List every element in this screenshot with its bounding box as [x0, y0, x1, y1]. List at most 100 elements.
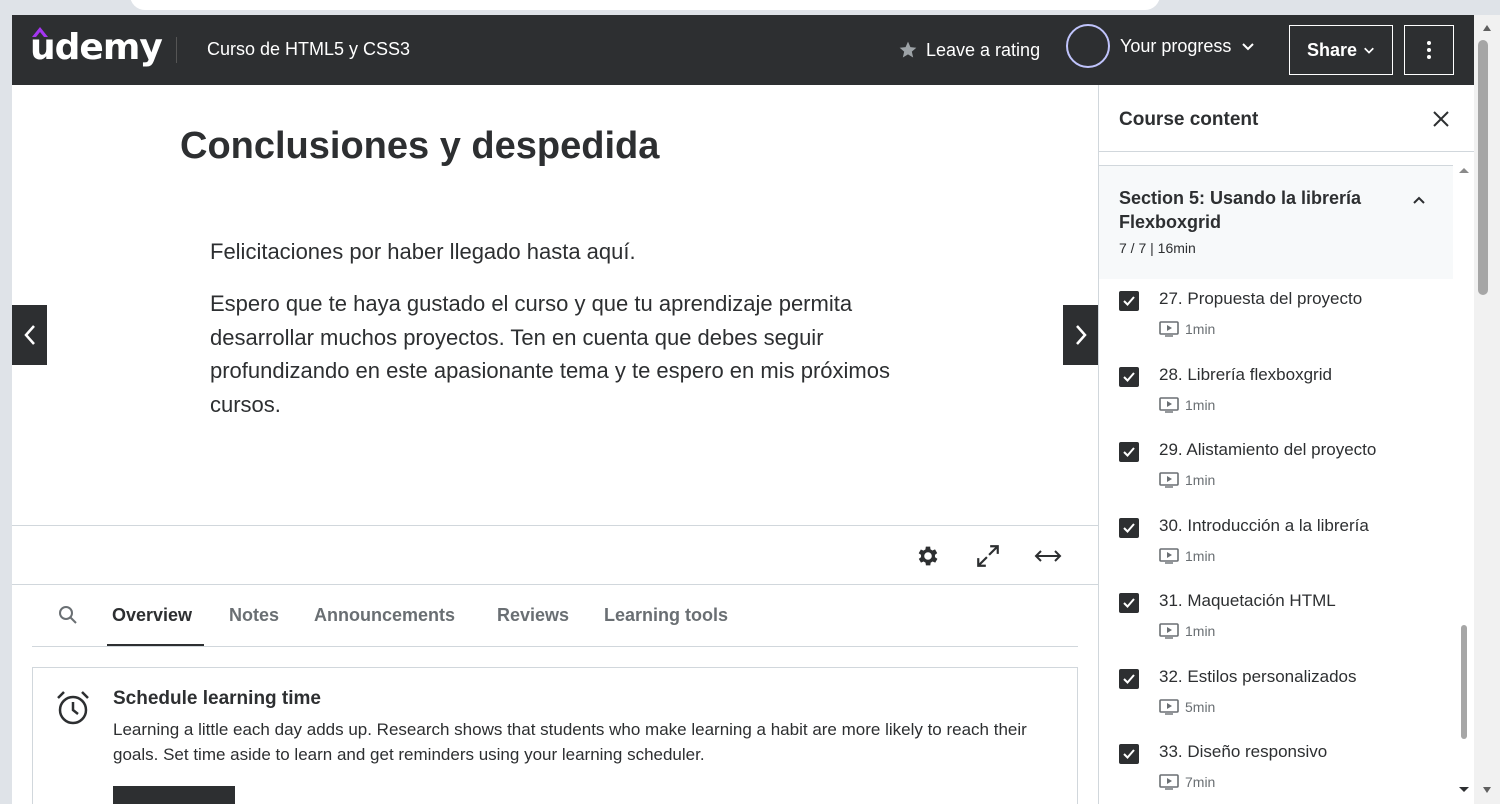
lecture-paragraph: Felicitaciones por haber llegado hasta a…: [210, 239, 636, 264]
sidebar-title: Course content: [1119, 109, 1259, 130]
video-icon: [1159, 472, 1179, 488]
lesson-duration: 7min: [1185, 774, 1216, 790]
check-icon: [1123, 447, 1135, 457]
scroll-down-arrow[interactable]: [1457, 785, 1471, 795]
scroll-up-arrow[interactable]: [1474, 19, 1500, 37]
address-bar[interactable]: [130, 0, 1160, 10]
lesson-duration: 1min: [1185, 547, 1216, 564]
lesson-item[interactable]: 33. Diseño responsivo 7min: [1099, 732, 1453, 804]
lesson-duration: 1min: [1185, 623, 1216, 639]
get-started-button[interactable]: [113, 786, 235, 804]
schedule-learning-card: Schedule learning time Learning a little…: [32, 667, 1078, 804]
lesson-meta: 1min: [1159, 548, 1215, 564]
check-icon: [1123, 749, 1135, 759]
video-icon: [1159, 321, 1179, 337]
check-icon: [1123, 522, 1135, 533]
lecture-title: Conclusiones y despedida: [180, 125, 660, 167]
lesson-item[interactable]: 30. Introducción a la librería 1min: [1099, 506, 1453, 582]
tab-overview[interactable]: Overview: [112, 605, 192, 626]
lesson-item[interactable]: 32. Estilos personalizados 5min: [1099, 657, 1453, 733]
active-tab-indicator: [107, 644, 204, 646]
lesson-list: 27. Propuesta del proyecto 1min 28. Librer…: [1099, 279, 1453, 804]
lesson-checkbox[interactable]: [1119, 291, 1139, 311]
lecture-paragraph: Espero que te haya gustado el curso y qu…: [210, 291, 890, 417]
lecture-area: Conclusiones y despedida Felicitaciones …: [12, 85, 1098, 804]
close-icon[interactable]: [1429, 107, 1453, 131]
progress-ring: [1066, 24, 1110, 68]
tab-notes[interactable]: Notes: [229, 605, 279, 626]
schedule-title: Schedule learning time: [113, 688, 321, 709]
header-divider: [176, 37, 177, 63]
search-icon: [59, 606, 77, 624]
section-header[interactable]: Section 5: Usando la librería Flexboxgri…: [1099, 165, 1453, 279]
schedule-description: Learning a little each day adds up. Rese…: [113, 720, 1027, 764]
check-icon: [1123, 673, 1135, 684]
lesson-title: 29. Alistamiento del proyecto: [1159, 440, 1377, 459]
lesson-duration: 1min: [1185, 396, 1216, 413]
lesson-meta: 1min: [1159, 321, 1215, 337]
lesson-meta: 7min: [1159, 774, 1215, 790]
next-lecture-button[interactable]: [1063, 305, 1098, 365]
more-options-button[interactable]: [1404, 25, 1454, 75]
lesson-meta: 1min: [1159, 623, 1215, 639]
leave-rating-label: Leave a rating: [926, 39, 1041, 60]
udemy-logo[interactable]: udemy: [30, 27, 163, 68]
previous-lecture-button[interactable]: [12, 305, 47, 365]
chevron-left-icon: [23, 325, 35, 345]
course-content-sidebar: Course content Section 5: Usando la libr…: [1098, 85, 1474, 804]
video-icon: [1159, 698, 1179, 715]
lesson-item[interactable]: 31. Maquetación HTML 1min: [1099, 581, 1453, 657]
more-vertical-icon: [1427, 41, 1431, 59]
chevron-down-icon: [1364, 47, 1374, 54]
lesson-meta: 1min: [1159, 397, 1215, 413]
alarm-clock-icon: [57, 691, 89, 725]
course-title-link[interactable]: Curso de HTML5 y CSS3: [207, 39, 410, 60]
tab-reviews[interactable]: Reviews: [497, 605, 569, 626]
chevron-down-icon: [1242, 43, 1255, 51]
lesson-item[interactable]: 27. Propuesta del proyecto 1min: [1099, 279, 1453, 355]
settings-button[interactable]: [913, 541, 943, 571]
top-header: udemy Curso de HTML5 y CSS3 Leave a rati…: [12, 15, 1474, 85]
your-progress-label: Your progress: [1120, 35, 1232, 56]
course-player: udemy Curso de HTML5 y CSS3 Leave a rati…: [12, 15, 1474, 804]
lesson-duration: 5min: [1185, 698, 1216, 715]
lesson-title: 30. Introducción a la librería: [1159, 515, 1369, 535]
arrows-horizontal-icon: [1034, 550, 1062, 562]
scroll-up-arrow[interactable]: [1457, 165, 1471, 175]
course-tabs: Overview Notes Announcements Reviews Lea…: [32, 585, 1078, 647]
page-scroll-thumb[interactable]: [1478, 40, 1488, 295]
lesson-checkbox[interactable]: [1119, 744, 1139, 764]
search-tab[interactable]: [58, 605, 78, 630]
scroll-down-arrow[interactable]: [1474, 781, 1500, 799]
sidebar-scroll-thumb[interactable]: [1461, 625, 1467, 739]
lesson-item[interactable]: 29. Alistamiento del proyecto 1min: [1099, 430, 1453, 506]
lesson-checkbox[interactable]: [1119, 442, 1139, 462]
share-button[interactable]: Share: [1289, 25, 1393, 75]
your-progress-button[interactable]: Your progress: [1066, 23, 1255, 69]
expand-icon: [977, 545, 999, 567]
expanded-view-button[interactable]: [1033, 541, 1063, 571]
lesson-meta: 1min: [1159, 472, 1215, 488]
lesson-item[interactable]: 28. Librería flexboxgrid 1min: [1099, 355, 1453, 431]
check-icon: [1123, 598, 1135, 608]
lesson-checkbox[interactable]: [1119, 593, 1139, 613]
video-icon: [1159, 547, 1179, 564]
video-icon: [1159, 623, 1179, 639]
lesson-title: 33. Diseño responsivo: [1159, 742, 1328, 761]
chevron-right-icon: [1075, 325, 1087, 345]
lesson-checkbox[interactable]: [1119, 517, 1139, 538]
lesson-checkbox[interactable]: [1119, 668, 1139, 689]
lesson-checkbox[interactable]: [1119, 366, 1139, 387]
leave-rating-button[interactable]: Leave a rating: [898, 37, 1040, 63]
fullscreen-button[interactable]: [973, 541, 1003, 571]
check-icon: [1123, 296, 1135, 306]
video-icon: [1159, 396, 1179, 413]
tab-learning-tools[interactable]: Learning tools: [604, 605, 728, 626]
lesson-title: 32. Estilos personalizados: [1159, 666, 1357, 686]
star-icon: [899, 41, 917, 58]
share-label: Share: [1306, 39, 1358, 60]
lesson-duration: 1min: [1185, 472, 1216, 488]
tab-announcements[interactable]: Announcements: [314, 605, 455, 626]
lesson-duration: 1min: [1185, 321, 1216, 337]
lesson-title: 27. Propuesta del proyecto: [1159, 289, 1363, 308]
